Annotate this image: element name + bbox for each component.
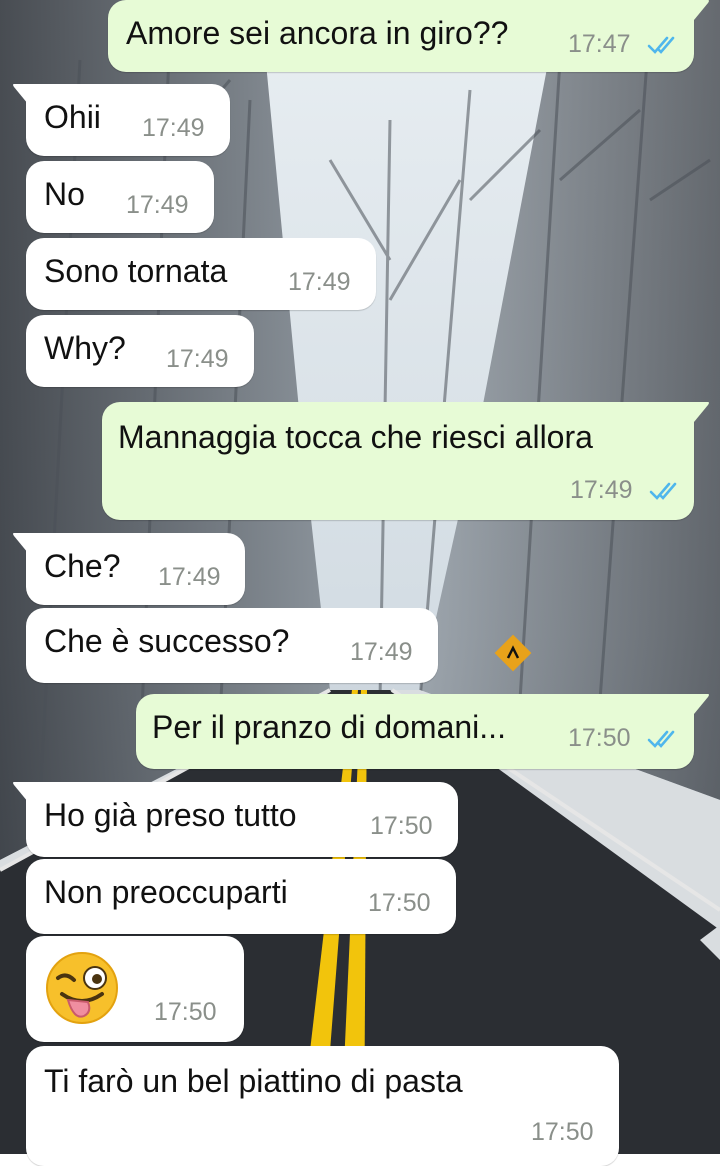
message-text: Amore sei ancora in giro?? xyxy=(126,15,509,51)
incoming-message-bubble[interactable]: Che è successo? 17:49 xyxy=(26,608,438,683)
message-text: Ho già preso tutto xyxy=(44,797,297,833)
message-timestamp: 17:50 xyxy=(568,724,631,752)
incoming-message-bubble[interactable]: Che? 17:49 xyxy=(13,533,245,605)
message-timestamp: 17:49 xyxy=(158,563,221,591)
message-timestamp: 17:49 xyxy=(570,476,633,504)
incoming-message-bubble[interactable]: Sono tornata 17:49 xyxy=(26,238,376,310)
message-text: Mannaggia tocca che riesci allora xyxy=(118,419,593,455)
message-text: Che? xyxy=(44,548,121,584)
message-text: Per il pranzo di domani... xyxy=(152,709,506,745)
bubble-tail xyxy=(690,694,709,714)
outgoing-message-bubble[interactable]: Per il pranzo di domani... 17:50 xyxy=(136,694,709,769)
bubble-tail xyxy=(13,533,32,553)
bubble-tail xyxy=(690,402,709,422)
message-timestamp: 17:49 xyxy=(126,191,189,219)
message-timestamp: 17:50 xyxy=(370,812,433,840)
incoming-message-bubble[interactable]: 17:50 xyxy=(26,936,244,1042)
winking-face-with-tongue-icon xyxy=(46,952,118,1024)
outgoing-message-bubble[interactable]: Mannaggia tocca che riesci allora 17:49 xyxy=(102,402,709,520)
read-receipt-icon xyxy=(649,482,677,500)
message-timestamp: 17:50 xyxy=(368,889,431,917)
message-timestamp: 17:50 xyxy=(531,1118,594,1146)
message-text: Non preoccuparti xyxy=(44,874,288,910)
incoming-message-bubble[interactable]: Why? 17:49 xyxy=(26,315,254,387)
read-receipt-icon xyxy=(647,730,675,748)
incoming-message-bubble[interactable]: Ho già preso tutto 17:50 xyxy=(13,782,458,857)
message-list[interactable]: Amore sei ancora in giro?? 17:47 Ohii 17:49… xyxy=(0,0,720,1166)
message-text: Ti farò un bel piattino di pasta xyxy=(44,1063,463,1099)
incoming-message-bubble[interactable]: Non preoccuparti 17:50 xyxy=(26,859,456,934)
bubble-tail xyxy=(690,0,709,20)
bubble-tail xyxy=(13,782,32,802)
message-timestamp: 17:49 xyxy=(288,268,351,296)
message-timestamp: 17:49 xyxy=(166,345,229,373)
message-text: Ohii xyxy=(44,99,101,135)
incoming-message-bubble[interactable]: Ti farò un bel piattino di pasta 17:50 xyxy=(26,1046,619,1166)
message-timestamp: 17:47 xyxy=(568,30,631,58)
message-timestamp: 17:49 xyxy=(142,114,205,142)
incoming-message-bubble[interactable]: Ohii 17:49 xyxy=(13,84,230,156)
message-text: Che è successo? xyxy=(44,623,290,659)
message-timestamp: 17:50 xyxy=(154,998,217,1026)
outgoing-message-bubble[interactable]: Amore sei ancora in giro?? 17:47 xyxy=(108,0,709,72)
bubble-tail xyxy=(13,84,32,104)
read-receipt-icon xyxy=(647,36,675,54)
incoming-message-bubble[interactable]: No 17:49 xyxy=(26,161,214,233)
message-text: Sono tornata xyxy=(44,253,228,289)
message-timestamp: 17:49 xyxy=(350,638,413,666)
message-text: No xyxy=(44,176,85,212)
message-text: Why? xyxy=(44,330,126,366)
